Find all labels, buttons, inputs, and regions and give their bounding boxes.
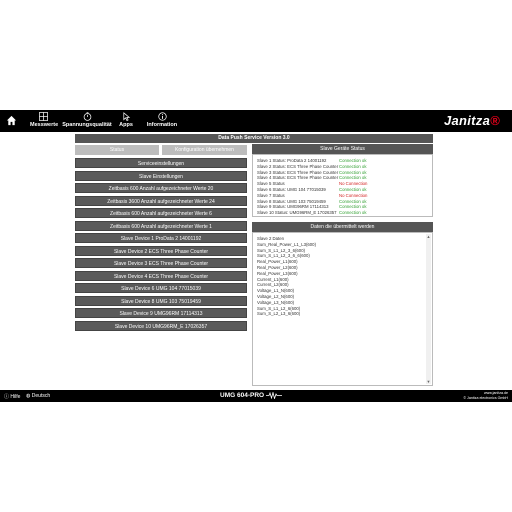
cursor-icon [122, 112, 130, 121]
status-row-label: Slave 7 Status [257, 192, 285, 198]
status-row-label: Slave 10 Status: UMG96RM_E 17026357 [257, 210, 337, 216]
status-row-label: Slave 8 Status: UMG 103 75019459 [257, 198, 326, 204]
device-name: UMG 604-PRO [220, 390, 282, 400]
home-icon[interactable] [6, 115, 17, 126]
data-list-item: Sum_S_L1_L2_6(600) [257, 305, 301, 311]
timer-icon [83, 112, 91, 121]
data-list-item: Real_Power_L2(600) [257, 265, 298, 270]
status-panel: Slave 1 Status: ProData 2 14001192 Connec… [252, 154, 433, 217]
config-button[interactable]: Slave Device 3 ECS Three Phase Counter [75, 258, 247, 268]
status-row-value: No Connection [339, 181, 368, 187]
help-label: Hilfe [10, 394, 21, 400]
config-button[interactable]: Slave Einstellungen [75, 170, 247, 181]
status-row-value: Connection ok [339, 204, 367, 210]
config-button[interactable]: Zeitbasis 600 Anzahl aufgezeichneter Wer… [75, 220, 247, 231]
data-list-item: Current_L1(600) [257, 276, 289, 282]
language-selector[interactable]: ◍ Deutsch [26, 393, 50, 399]
status-row-value: Connection ok [339, 163, 367, 169]
tab-konfiguration-uebernehmen[interactable]: Konfiguration übernehmen [162, 145, 247, 155]
config-button[interactable]: Zeitbasis 3600 Anzahl aufgezeichneter We… [75, 195, 247, 206]
top-navigation-bar: Messwerte Spannungsqualität Apps Informa… [0, 110, 512, 132]
nav-label: Information [146, 122, 178, 128]
status-row-label: Slave 4 Status: ECS Three Phase Counter [257, 175, 339, 181]
copyright-text: © Janitza electronics GmbH [463, 395, 508, 400]
status-row-value: Connection ok [339, 187, 367, 192]
config-button[interactable]: Slave Device 6 UMG 104 77015039 [75, 283, 247, 293]
brand-logo: Janitza® [444, 113, 500, 128]
data-list-item: Voltage_L2_N(600) [257, 294, 295, 299]
waveform-icon [265, 390, 282, 400]
data-list-item: Real_Power_L3(600) [257, 270, 298, 276]
config-button[interactable]: Zeitbasis 600 Anzahl aufgezeichneter Wer… [75, 183, 247, 193]
status-row-value: Connection ok [339, 175, 367, 181]
status-row-label: Slave 5 Status [257, 181, 285, 187]
scroll-up-arrow-icon[interactable]: ▲ [426, 234, 431, 239]
status-row-label: Slave 3 Status: ECS Three Phase Counter [257, 169, 339, 175]
tab-status[interactable]: Status [75, 145, 159, 155]
help-link[interactable]: ⓘ Hilfe [4, 393, 20, 400]
data-list-item: Voltage_L1_N(600) [257, 288, 295, 294]
status-row-value: No Connection [339, 192, 368, 198]
data-panel: Slave 2 Daten Sum_Real_Power_L1_L3(600) Su… [252, 232, 433, 386]
config-button[interactable]: Slave Device 10 UMG96RM_E 17026357 [75, 320, 247, 331]
data-list-item: Current_L2(600) [257, 282, 289, 288]
config-button[interactable]: Slave Device 4 ECS Three Phase Counter [75, 270, 247, 281]
device-label: UMG 604-PRO [220, 392, 265, 400]
globe-icon: ◍ [26, 393, 31, 399]
grid-icon [38, 112, 48, 121]
data-list-item: Sum_Real_Power_L1_L3(600) [257, 241, 317, 247]
nav-label: Spannungsqualität [62, 122, 112, 128]
brand-name: Janitza [443, 113, 491, 128]
brand-dot: ® [490, 113, 500, 128]
status-row-value: Connection ok [339, 158, 367, 163]
data-list-item: Sum_S_L2_L3_6(600) [257, 311, 301, 317]
nav-item-messwerte[interactable]: Messwerte [30, 112, 59, 128]
page-title: Data Push Service Version 3.0 [75, 134, 433, 143]
nav-item-apps[interactable]: Apps [116, 112, 136, 128]
scroll-down-arrow-icon[interactable]: ▼ [426, 379, 431, 384]
info-icon [157, 112, 167, 121]
status-row-label: Slave 1 Status: ProData 2 14001192 [257, 158, 327, 163]
status-row-value: Connection ok [339, 198, 367, 204]
data-panel-title: Daten die übermittelt werden [252, 222, 433, 232]
main-content: Data Push Service Version 3.0 Status Kon… [0, 132, 512, 390]
config-button[interactable]: Slave Device 2 ECS Three Phase Counter [75, 245, 247, 256]
status-row-value: Connection ok [339, 210, 367, 216]
nav-item-information[interactable]: Information [146, 112, 178, 128]
data-list-item: Slave 2 Daten [257, 236, 284, 241]
status-row-label: Slave 2 Status: ECS Three Phase Counter [257, 163, 339, 169]
status-row-label: Slave 6 Status: UMG 104 77015039 [257, 187, 326, 192]
nav-label: Messwerte [30, 122, 59, 128]
status-row-label: Slave 9 Status: UMG96RM 17114313 [257, 204, 329, 210]
config-button[interactable]: Serviceeinstellungen [75, 158, 247, 168]
nav-item-spannungsqualitaet[interactable]: Spannungsqualität [62, 112, 112, 128]
copyright-block: www.janitza.de © Janitza electronics Gmb… [463, 391, 508, 400]
footer-bar: ⓘ Hilfe ◍ Deutsch UMG 604-PRO www.janitz… [0, 390, 512, 402]
nav-label: Apps [119, 122, 133, 128]
data-list-item: Voltage_L3_N(600) [257, 299, 295, 305]
status-row-value: Connection ok [339, 169, 367, 175]
data-panel-scrollbar[interactable]: ▲ ▼ [426, 234, 431, 384]
config-button[interactable]: Slave Device 8 UMG 103 75019459 [75, 295, 247, 306]
language-label: Deutsch [31, 393, 51, 399]
config-button[interactable]: Slave Device 9 UMG96RM 17114313 [75, 308, 247, 318]
help-icon: ⓘ [4, 394, 10, 400]
data-list-item: Real_Power_L1(600) [257, 259, 298, 265]
data-list-item: Sum_S_L1_L2_3_6(600) [257, 247, 306, 253]
data-list-item: Sum_S_L1_L2_3_6_6(600) [257, 253, 310, 259]
config-button[interactable]: Zeitbasis 600 Anzahl aufgezeichneter Wer… [75, 208, 247, 218]
config-button[interactable]: Slave Device 1 ProData 2 14001192 [75, 233, 247, 243]
status-panel-title: Slave Geräte Status [252, 144, 433, 154]
